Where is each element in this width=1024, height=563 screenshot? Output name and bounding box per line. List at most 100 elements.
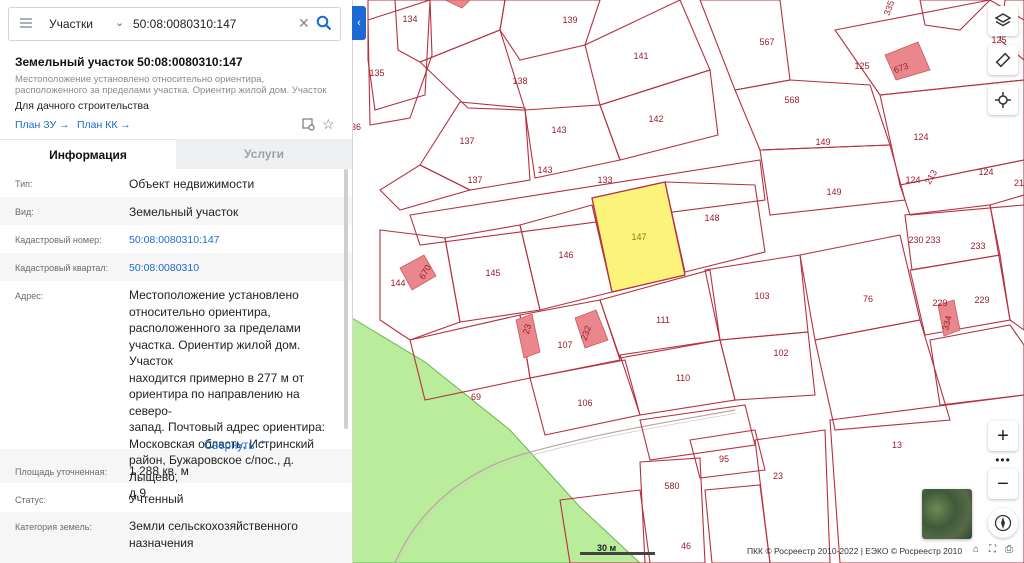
parcel-label: 21 [1013,178,1024,188]
parcel-label: 107 [557,340,573,350]
parcel-label: 137 [459,136,475,146]
parcel-label: 142 [648,114,664,124]
address-line: относительно ориентира, [129,304,271,319]
land-category-line: назначения [129,535,194,550]
parcel-label: 568 [784,95,800,105]
parcel-label: 124 [913,132,929,142]
parcel-label: 233 [970,241,986,251]
locate-button[interactable] [988,85,1018,115]
zoom-out-button[interactable]: − [988,469,1018,499]
search-category-select[interactable]: Участки [49,17,93,31]
tab-information-label: Информация [49,148,127,162]
parcel-label: 134 [402,14,418,24]
object-title: Земельный участок 50:08:0080310:147 [15,55,243,69]
status-value: Учтенный [129,492,184,506]
chevron-down-icon[interactable]: ⌄ [115,16,124,29]
parcel-label: 103 [754,291,770,301]
object-description: Местоположение установлено относительно … [15,74,327,96]
parcel-label: 95 [718,454,730,464]
type-label: Тип: [15,179,33,189]
ruler-button[interactable] [988,45,1018,75]
tab-services[interactable]: Услуги [176,139,352,169]
compass-button[interactable] [988,508,1018,538]
minus-icon: − [997,473,1009,495]
parcel-label: 146 [558,250,574,260]
land-category-label: Категория земель: [15,522,92,532]
parcel-label: 229 [974,295,990,305]
compass-icon [994,514,1012,532]
parcel-label: 23 [772,471,784,481]
address-label: Адрес: [15,291,44,301]
parcel-label: 229 [932,298,948,308]
parcel-label: 145 [485,268,501,278]
tab-information[interactable]: Информация [0,139,176,170]
scrollbar[interactable] [344,169,348,429]
parcel-label: 111 [656,315,670,325]
plan-kk-link[interactable]: План КК → [77,119,131,131]
cadnum-link[interactable]: 50:08:0080310:147 [129,232,220,249]
chevron-up-icon: ⌃ [257,440,268,452]
fullscreen-icon[interactable]: ⛶ [989,544,996,555]
search-icon[interactable] [316,15,332,36]
parcel-label: 46 [680,541,692,551]
address-line: ориентира по направлению на северо- [129,387,300,418]
plus-icon: + [997,425,1009,447]
parcel-label: 144 [390,278,406,288]
parcel-label: 125 [854,61,870,71]
info-panel: Участки ⌄ 50:08:0080310:147 ✕ Земельный … [0,0,353,563]
search-bar: Участки ⌄ 50:08:0080310:147 ✕ [8,7,341,41]
status-label: Статус: [15,495,46,505]
parcel-label: 110 [675,373,691,383]
collapse-address-button[interactable]: Свернуть ⌃ [204,438,267,452]
basemap-thumbnail[interactable] [922,489,972,539]
home-icon[interactable]: ⌂ [973,544,979,555]
parcel-label: 137 [467,175,483,185]
parcel-label: 141 [633,51,649,61]
parcel-label: 106 [577,398,593,408]
address-line: участка. Ориентир жилой дом. Участок [129,337,301,369]
parcel-label: 76 [862,294,874,304]
plan-zu-link[interactable]: План ЗУ → [15,119,70,131]
menu-icon[interactable] [19,16,33,32]
parcel-label: 149 [815,137,831,147]
map-attribution: ПКК © Росреестр 2010-2022 | ЕЭКО © Росре… [747,546,963,556]
land-category-value: Земли сельскохозяйственного назначения [129,518,298,551]
star-icon[interactable]: ☆ [322,116,335,133]
object-purpose: Для дачного строительства [15,100,149,112]
address-line: запад. Почтовый адрес ориентира: [129,420,325,434]
search-input[interactable]: 50:08:0080310:147 [133,17,236,31]
tabs: Информация Услуги [0,139,352,170]
quarter-label: Кадастровый квартал: [15,263,109,273]
parcel-label: 567 [759,37,775,47]
parcel-label: 143 [537,165,553,175]
parcel-label: 124 [978,167,994,177]
parcel-label: 143 [551,125,567,135]
parcel-label: 124 [905,175,921,185]
parcel-label-selected: 147 [631,232,647,242]
parcel-label: 148 [704,213,720,223]
parcel-label: 69 [470,392,482,402]
collapse-panel-button[interactable]: ‹ [352,6,366,40]
type-value: Объект недвижимости [129,177,255,191]
close-icon[interactable]: ✕ [298,15,310,32]
parcel-label: 233 [925,235,941,245]
parcel-label: 580 [664,481,680,491]
scale-label: 30 м [597,543,617,553]
cadnum-label: Кадастровый номер: [15,235,102,245]
plan-icon[interactable] [302,118,316,137]
print-icon[interactable]: ⎙ [1005,544,1013,555]
quarter-link[interactable]: 50:08:0080310 [129,260,199,277]
address-line: расположенного за пределами [129,321,301,335]
area-label: Площадь уточненная: [15,467,107,477]
more-icon: ••• [995,453,1011,467]
parcel-label: 149 [826,187,842,197]
layers-button[interactable] [988,6,1018,36]
parcel-label: 13 [891,440,903,450]
chevron-left-icon: ‹ [357,17,361,29]
kind-value: Земельный участок [129,205,239,219]
kind-label: Вид: [15,207,34,217]
ruler-icon [995,52,1011,68]
layers-icon [994,13,1012,27]
tab-services-label: Услуги [244,147,284,161]
address-line: Местоположение установлено [129,288,299,302]
